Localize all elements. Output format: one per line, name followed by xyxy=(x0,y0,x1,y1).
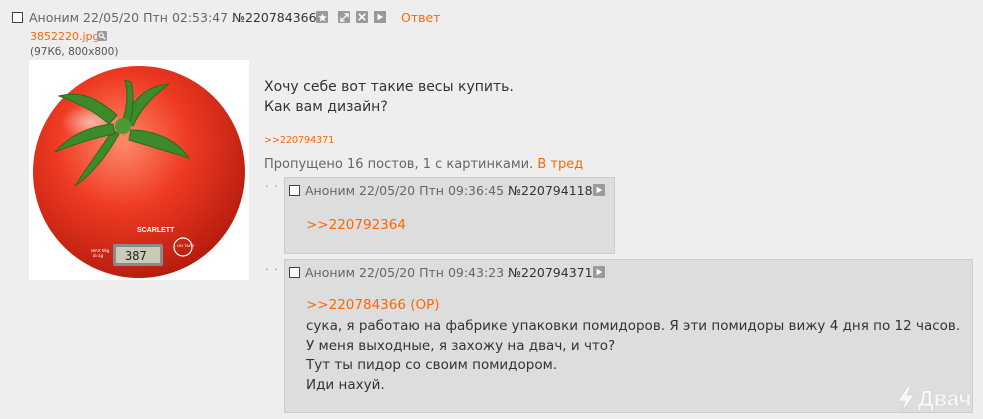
reply-post: Аноним 22/05/20 Птн 09:43:23 №220794371 … xyxy=(284,259,973,413)
op-author: Аноним xyxy=(29,10,80,25)
reply-post-number[interactable]: №220794118 xyxy=(508,183,593,198)
op-body-line: Хочу себе вот такие весы купить. xyxy=(264,79,514,95)
to-thread-link[interactable]: В тред xyxy=(537,157,583,172)
image-d-text: d=1g xyxy=(93,253,104,258)
reply-post-number[interactable]: №220794371 xyxy=(508,265,593,280)
post-menu-arrow-icon[interactable] xyxy=(593,184,605,196)
reply-body-line: Иди нахуй. xyxy=(306,376,385,393)
omitted-posts-text: Пропущено 16 постов, 1 с картинками. xyxy=(264,157,534,172)
favorite-star-icon[interactable] xyxy=(316,11,328,23)
post-menu-arrow-icon[interactable] xyxy=(374,11,386,23)
op-reply-link[interactable]: Ответ xyxy=(401,10,440,25)
reply-select-checkbox[interactable] xyxy=(289,267,300,278)
reply-body: сука, я работаю на фабрике упаковки поми… xyxy=(306,317,960,395)
op-file-info: (97Кб, 800x800) xyxy=(30,46,119,58)
op-select-checkbox[interactable] xyxy=(12,12,23,23)
hide-post-icon[interactable] xyxy=(356,11,368,23)
post-menu-arrow-icon[interactable] xyxy=(593,266,605,278)
image-tare-text: ON TARE xyxy=(177,243,195,248)
tomato-scale-image: SCARLETT MAX 5kg d=1g 387 ON TARE xyxy=(33,66,245,278)
expand-icon[interactable] xyxy=(338,11,350,23)
reply-body-line: Тут ты пидор со своим помидором. xyxy=(306,357,558,373)
omitted-posts-line: Пропущено 16 постов, 1 с картинками. В т… xyxy=(264,157,583,172)
op-datetime: 22/05/20 Птн 02:53:47 xyxy=(83,10,229,25)
lightning-bolt-icon xyxy=(897,386,915,412)
image-brand-text: SCARLETT xyxy=(137,227,175,234)
watermark-text: Двач xyxy=(918,386,972,412)
reply-datetime: 22/05/20 Птн 09:43:23 xyxy=(359,265,505,280)
reply-author: Аноним xyxy=(305,265,356,280)
op-file-name[interactable]: 3852220.jpg xyxy=(30,30,100,43)
reply-select-checkbox[interactable] xyxy=(289,185,300,196)
op-body-line: Как вам дизайн? xyxy=(264,99,388,115)
reply-post: Аноним 22/05/20 Птн 09:36:45 №220794118 … xyxy=(284,177,615,254)
image-search-icon[interactable] xyxy=(97,31,107,41)
reply-body-line: сука, я работаю на фабрике упаковки поми… xyxy=(306,318,961,334)
image-display-text: 387 xyxy=(125,249,147,263)
reply-quote-link[interactable]: >>220792364 xyxy=(306,217,406,233)
reply-datetime: 22/05/20 Птн 09:36:45 xyxy=(359,183,505,198)
reply-quote-link[interactable]: >>220784366 (OP) xyxy=(306,297,440,313)
reply-body-line: У меня выходные, я захожу на двач, и что… xyxy=(306,337,616,354)
op-post-number[interactable]: №220784366 xyxy=(232,10,317,25)
op-body: Хочу себе вот такие весы купить. Как вам… xyxy=(264,77,514,117)
op-backlink[interactable]: >>220794371 xyxy=(264,135,334,146)
reply-author: Аноним xyxy=(305,183,356,198)
op-image-thumbnail[interactable]: SCARLETT MAX 5kg d=1g 387 ON TARE xyxy=(29,60,249,280)
watermark: Двач xyxy=(897,386,972,412)
